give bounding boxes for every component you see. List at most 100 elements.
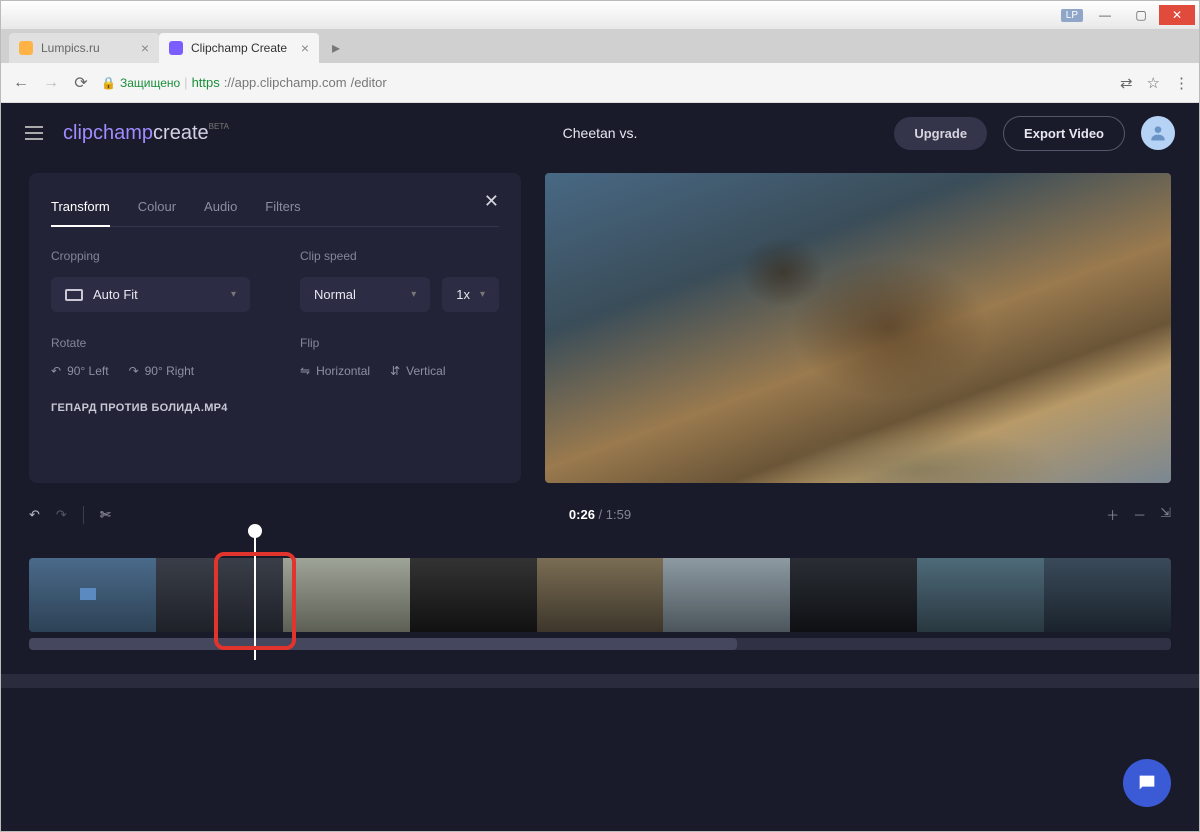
browser-tab-lumpics[interactable]: Lumpics.ru × xyxy=(9,33,159,63)
flip-h-icon: ⇋ xyxy=(300,364,310,378)
clip-thumbnail[interactable] xyxy=(1044,558,1171,632)
cropping-value: Auto Fit xyxy=(93,287,138,302)
zoom-out-icon[interactable]: － xyxy=(1133,505,1146,524)
flip-vertical-button[interactable]: ⇵ Vertical xyxy=(390,364,445,378)
time-duration: 1:59 xyxy=(606,507,631,522)
clip-thumbnail[interactable] xyxy=(283,558,410,632)
undo-icon[interactable]: ↶ xyxy=(29,507,40,523)
secure-label: Защищено xyxy=(120,76,180,90)
speed-mult: 1x xyxy=(456,287,470,302)
rotate-right-icon: ↷ xyxy=(129,364,139,378)
clip-thumbnail[interactable] xyxy=(156,558,283,632)
cropping-dropdown[interactable]: Auto Fit ▾ xyxy=(51,277,250,312)
panel-close-icon[interactable]: ✕ xyxy=(484,191,499,212)
chat-icon xyxy=(1136,772,1158,794)
timeline[interactable] xyxy=(1,530,1199,674)
rotate-right-button[interactable]: ↷ 90° Right xyxy=(129,364,195,378)
browser-menu-icon[interactable]: ⋮ xyxy=(1174,74,1189,92)
speed-multiplier-dropdown[interactable]: 1x ▾ xyxy=(442,277,499,312)
window-maximize-button[interactable]: ▢ xyxy=(1123,5,1159,25)
clip-thumbnail[interactable] xyxy=(917,558,1044,632)
chevron-down-icon: ▾ xyxy=(231,289,236,300)
tab-audio[interactable]: Audio xyxy=(204,199,237,214)
nav-back-icon[interactable]: ← xyxy=(11,74,31,92)
app-logo: clipchampcreateBETA xyxy=(63,122,229,145)
tab-colour[interactable]: Colour xyxy=(138,199,176,214)
clip-thumbnail[interactable] xyxy=(29,558,156,632)
timeline-track[interactable] xyxy=(29,558,1171,632)
clip-filename: ГЕПАРД ПРОТИВ БОЛИДА.MP4 xyxy=(51,402,499,414)
tab-title: Lumpics.ru xyxy=(41,41,100,55)
speed-value: Normal xyxy=(314,287,356,302)
window-close-button[interactable]: ✕ xyxy=(1159,5,1195,25)
clip-thumbnail[interactable] xyxy=(537,558,664,632)
logo-part2: create xyxy=(153,122,209,144)
time-sep: / xyxy=(595,507,606,522)
panel-tabs: Transform Colour Audio Filters xyxy=(51,199,499,227)
browser-addressbar: ← → ⟳ 🔒 Защищено | https://app.clipchamp… xyxy=(1,63,1199,103)
flip-v-icon: ⇵ xyxy=(390,364,400,378)
window-titlebar: LP — ▢ ✕ xyxy=(1,1,1199,29)
time-current: 0:26 xyxy=(569,507,595,522)
nav-reload-icon[interactable]: ⟳ xyxy=(71,73,91,93)
chevron-down-icon: ▾ xyxy=(480,289,485,300)
redo-icon[interactable]: ↷ xyxy=(56,507,67,523)
app-viewport: clipchampcreateBETA Cheetan vs. Upgrade … xyxy=(1,103,1199,831)
flip-horizontal-button[interactable]: ⇋ Horizontal xyxy=(300,364,370,378)
tab-close-icon[interactable]: × xyxy=(141,40,149,56)
flip-h-text: Horizontal xyxy=(316,364,370,378)
browser-tab-clipchamp[interactable]: Clipchamp Create × xyxy=(159,33,319,63)
upgrade-button[interactable]: Upgrade xyxy=(894,117,987,150)
lock-icon: 🔒 xyxy=(101,76,116,90)
window-minimize-button[interactable]: — xyxy=(1087,5,1123,25)
translate-icon[interactable]: ⇄ xyxy=(1120,74,1133,92)
url-field[interactable]: 🔒 Защищено | https://app.clipchamp.com/e… xyxy=(101,75,387,90)
user-icon xyxy=(1148,123,1168,143)
flip-v-text: Vertical xyxy=(406,364,445,378)
menu-hamburger-icon[interactable] xyxy=(25,126,43,140)
rotate-right-text: 90° Right xyxy=(145,364,195,378)
viewport-scrollbar[interactable] xyxy=(1,674,1199,688)
tab-filters[interactable]: Filters xyxy=(265,199,300,214)
clip-thumbnail[interactable] xyxy=(410,558,537,632)
favicon-lumpics-icon xyxy=(19,41,33,55)
video-preview[interactable] xyxy=(545,173,1171,483)
clip-thumbnail[interactable] xyxy=(790,558,917,632)
url-proto: https xyxy=(192,75,220,90)
favicon-clipchamp-icon xyxy=(169,41,183,55)
browser-tabstrip: Lumpics.ru × Clipchamp Create × ▸ xyxy=(1,29,1199,63)
nav-forward-icon[interactable]: → xyxy=(41,74,61,92)
tab-close-icon[interactable]: × xyxy=(301,40,309,56)
scissors-icon[interactable]: ✄ xyxy=(100,507,111,523)
new-tab-button[interactable]: ▸ xyxy=(325,37,347,59)
export-video-button[interactable]: Export Video xyxy=(1003,116,1125,151)
rotate-label: Rotate xyxy=(51,336,250,350)
project-title[interactable]: Cheetan vs. xyxy=(563,125,638,141)
chevron-down-icon: ▾ xyxy=(411,289,416,300)
clip-thumbnail[interactable] xyxy=(663,558,790,632)
zoom-in-icon[interactable]: ＋ xyxy=(1106,505,1119,524)
flip-label: Flip xyxy=(300,336,499,350)
url-host: ://app.clipchamp.com xyxy=(224,75,347,90)
autofit-icon xyxy=(65,289,83,301)
toolbar-separator xyxy=(83,506,84,524)
clipspeed-label: Clip speed xyxy=(300,249,499,263)
bookmark-star-icon[interactable]: ☆ xyxy=(1147,74,1160,92)
logo-badge: BETA xyxy=(209,122,229,131)
timeline-scrollbar[interactable] xyxy=(29,638,1171,650)
chat-support-button[interactable] xyxy=(1123,759,1171,807)
tab-transform[interactable]: Transform xyxy=(51,199,110,214)
url-path: /editor xyxy=(351,75,387,90)
cropping-label: Cropping xyxy=(51,249,250,263)
timeline-toolbar: ↶ ↷ ✄ 0:26 / 1:59 ＋ － ⇲ xyxy=(1,499,1199,530)
rotate-left-icon: ↶ xyxy=(51,364,61,378)
zoom-fit-icon[interactable]: ⇲ xyxy=(1160,505,1171,524)
rotate-left-button[interactable]: ↶90° Left xyxy=(51,364,109,378)
timeline-timecode: 0:26 / 1:59 xyxy=(569,507,631,522)
user-avatar[interactable] xyxy=(1141,116,1175,150)
user-badge: LP xyxy=(1061,9,1083,22)
playhead[interactable] xyxy=(254,530,256,660)
edit-panel: ✕ Transform Colour Audio Filters Croppin… xyxy=(29,173,521,483)
tab-title: Clipchamp Create xyxy=(191,41,287,55)
speed-dropdown[interactable]: Normal ▾ xyxy=(300,277,430,312)
